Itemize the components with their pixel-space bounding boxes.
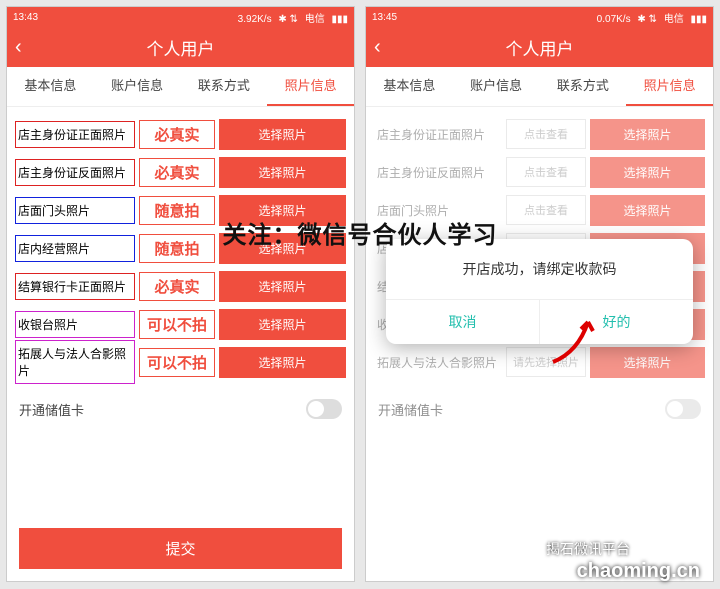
row-id-front: 店主身份证正面照片点击查看选择照片 — [374, 117, 705, 151]
row-id-back: 店主身份证反面照片必真实选择照片 — [15, 155, 346, 189]
pick-photo-button[interactable]: 选择照片 — [590, 157, 705, 188]
toggle-label: 开通储值卡 — [378, 400, 443, 419]
toggle-label: 开通储值卡 — [19, 400, 84, 419]
pick-photo-button[interactable]: 选择照片 — [219, 157, 346, 188]
status-icons: 0.07K/s ✱ ⇅ 电信 ▮▮▮ — [593, 10, 707, 25]
pick-photo-button[interactable]: 选择照片 — [219, 119, 346, 150]
tabs: 基本信息 账户信息 联系方式 照片信息 — [7, 67, 354, 107]
tab-account[interactable]: 账户信息 — [453, 67, 540, 106]
domain-watermark: chaoming.cn — [577, 560, 700, 583]
status-time: 13:43 — [13, 12, 38, 23]
row-group: 拓展人与法人合影照片请先选择照片选择照片 — [374, 345, 705, 379]
status-bar: 13:45 0.07K/s ✱ ⇅ 电信 ▮▮▮ — [366, 7, 713, 27]
status-icons: 3.92K/s ✱ ⇅ 电信 ▮▮▮ — [234, 10, 348, 25]
tab-basic[interactable]: 基本信息 — [7, 67, 94, 106]
page-title: 个人用户 — [147, 35, 215, 60]
chip-required: 必真实 — [139, 120, 215, 149]
annotation-arrow-icon — [543, 307, 603, 367]
chip-required: 必真实 — [139, 158, 215, 187]
row-bankcard: 结算银行卡正面照片必真实选择照片 — [15, 269, 346, 303]
tab-basic[interactable]: 基本信息 — [366, 67, 453, 106]
status-bar: 13:43 3.92K/s ✱ ⇅ 电信 ▮▮▮ — [7, 7, 354, 27]
status-time: 13:45 — [372, 12, 397, 23]
header: ‹ 个人用户 — [366, 27, 713, 67]
stored-card-row: 开通储值卡 — [7, 389, 354, 429]
row-id-front: 店主身份证正面照片必真实选择照片 — [15, 117, 346, 151]
tab-photo[interactable]: 照片信息 — [626, 67, 713, 106]
page-title: 个人用户 — [506, 35, 574, 60]
header: ‹ 个人用户 — [7, 27, 354, 67]
tab-contact[interactable]: 联系方式 — [181, 67, 268, 106]
overlay-caption: 关注：微信号合伙人学习 — [0, 215, 720, 250]
stored-card-toggle[interactable] — [665, 399, 701, 419]
chip-optional: 可以不拍 — [139, 310, 215, 339]
back-icon[interactable]: ‹ — [374, 36, 381, 59]
view-hint[interactable]: 点击查看 — [506, 157, 586, 187]
row-cashier: 收银台照片可以不拍选择照片 — [15, 307, 346, 341]
success-modal: 开店成功，请绑定收款码 取消 好的 — [386, 239, 693, 344]
stored-card-row: 开通储值卡 — [366, 389, 713, 429]
row-group: 拓展人与法人合影照片可以不拍选择照片 — [15, 345, 346, 379]
chip-optional: 可以不拍 — [139, 348, 215, 377]
pick-photo-button[interactable]: 选择照片 — [590, 347, 705, 378]
pick-photo-button[interactable]: 选择照片 — [219, 271, 346, 302]
phone-right: 13:45 0.07K/s ✱ ⇅ 电信 ▮▮▮ ‹ 个人用户 基本信息 账户信… — [365, 6, 714, 582]
tab-account[interactable]: 账户信息 — [94, 67, 181, 106]
view-hint[interactable]: 点击查看 — [506, 119, 586, 149]
wechat-watermark: 揭石微讯平台 — [524, 539, 630, 559]
pick-photo-button[interactable]: 选择照片 — [219, 347, 346, 378]
phone-left: 13:43 3.92K/s ✱ ⇅ 电信 ▮▮▮ ‹ 个人用户 基本信息 账户信… — [6, 6, 355, 582]
submit-button[interactable]: 提交 — [19, 528, 342, 569]
tab-photo[interactable]: 照片信息 — [267, 67, 354, 106]
stored-card-toggle[interactable] — [306, 399, 342, 419]
tabs: 基本信息 账户信息 联系方式 照片信息 — [366, 67, 713, 107]
chip-required: 必真实 — [139, 272, 215, 301]
wechat-icon — [524, 540, 542, 558]
pick-photo-button[interactable]: 选择照片 — [219, 309, 346, 340]
row-id-back: 店主身份证反面照片点击查看选择照片 — [374, 155, 705, 189]
modal-cancel-button[interactable]: 取消 — [386, 300, 539, 344]
pick-photo-button[interactable]: 选择照片 — [590, 119, 705, 150]
tab-contact[interactable]: 联系方式 — [540, 67, 627, 106]
back-icon[interactable]: ‹ — [15, 36, 22, 59]
